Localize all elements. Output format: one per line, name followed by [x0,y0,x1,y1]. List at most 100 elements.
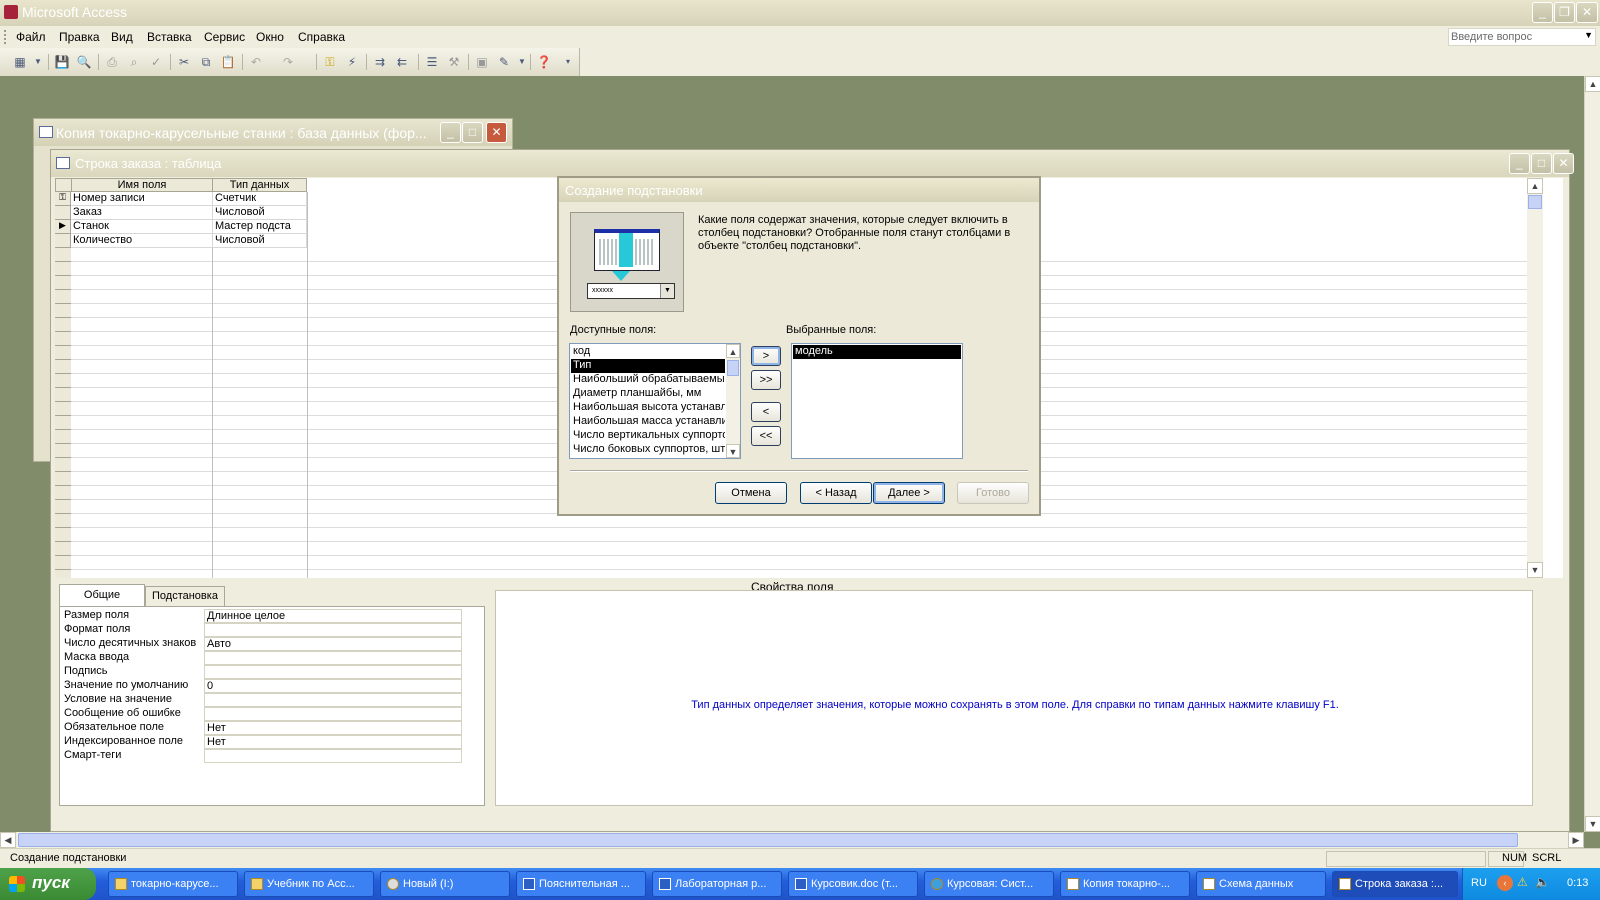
chevron-down-icon[interactable]: ▼ [30,54,46,70]
scroll-up-icon[interactable]: ▲ [1527,178,1543,194]
list-scrollbar[interactable]: ▲ ▼ [726,344,740,458]
finish-button[interactable]: Готово [957,482,1029,504]
list-item[interactable]: код [571,345,725,359]
add-field-button[interactable]: > [751,346,781,366]
field-name-cell[interactable]: Количество [71,234,213,248]
property-value[interactable]: Авто [204,637,462,651]
menubar-grip[interactable] [4,30,7,44]
field-name-cell[interactable]: Номер записи [71,192,213,206]
scroll-thumb[interactable] [727,360,739,376]
list-item-selected[interactable]: Тип [571,359,725,373]
property-value[interactable] [204,707,462,721]
close-button[interactable]: ✕ [1553,153,1574,174]
taskbar-item[interactable]: Пояснительная ... [516,871,646,897]
help-icon[interactable]: ❓ [536,54,552,70]
list-item[interactable]: Наибольшая масса устанавлие [571,415,725,429]
close-button[interactable]: ✕ [1576,2,1598,23]
scroll-down-icon[interactable]: ▼ [1527,562,1543,578]
taskbar-item[interactable]: Лабораторная р... [652,871,782,897]
scroll-left-icon[interactable]: ◀ [0,832,16,848]
remove-all-fields-button[interactable]: << [751,426,781,446]
menu-window[interactable]: Окно [256,30,284,44]
taskbar-item[interactable]: Курсовик.doc (т... [788,871,918,897]
property-value[interactable] [204,749,462,763]
menu-file[interactable]: Файл [16,30,46,44]
print-icon[interactable]: ⎙ [104,54,120,70]
property-value[interactable]: Нет [204,735,462,749]
taskbar-item[interactable]: Схема данных [1196,871,1326,897]
current-row-icon[interactable]: ▶ [55,220,71,234]
selected-fields-list[interactable]: модель [791,343,963,459]
back-button[interactable]: < Назад [800,482,872,504]
scroll-right-icon[interactable]: ▶ [1568,832,1584,848]
menu-view[interactable]: Вид [111,30,133,44]
table-window-titlebar[interactable]: Строка заказа : таблица _ □ ✕ [51,150,1574,177]
field-name-cell[interactable]: Станок [71,220,213,234]
cancel-button[interactable]: Отмена [715,482,787,504]
database-window-icon[interactable]: ▣ [474,54,490,70]
scroll-thumb[interactable] [1528,195,1542,209]
list-item[interactable]: Число боковых суппортов, шт [571,443,725,457]
property-value[interactable] [204,693,462,707]
scroll-up-icon[interactable]: ▲ [726,344,740,358]
add-all-fields-button[interactable]: >> [751,370,781,390]
dialog-titlebar[interactable]: Создание подстановки [559,178,1039,202]
menu-help[interactable]: Справка [298,30,345,44]
property-value[interactable] [204,651,462,665]
chevron-down-icon[interactable]: ▼ [514,54,530,70]
properties-icon[interactable]: ☰ [424,54,440,70]
close-button[interactable]: ✕ [486,122,507,143]
copy-icon[interactable]: ⧉ [198,54,214,70]
restore-button[interactable]: ❐ [1554,2,1575,23]
tab-lookup[interactable]: Подстановка [145,586,225,606]
property-value[interactable]: 0 [204,679,462,693]
maximize-button[interactable]: □ [462,122,483,143]
data-type-cell[interactable]: Мастер подста [213,220,307,234]
field-name-cell[interactable]: Заказ [71,206,213,220]
taskbar-item-active[interactable]: Строка заказа :... [1332,871,1458,897]
available-fields-list[interactable]: код Тип Наибольший обрабатываемый Диамет… [569,343,741,459]
scroll-thumb[interactable] [18,833,1518,847]
view-icon[interactable]: ▦ [12,54,28,70]
print-preview-icon[interactable]: ⌕ [126,54,142,70]
property-value[interactable]: Нет [204,721,462,735]
list-item-selected[interactable]: модель [793,345,961,359]
new-object-icon[interactable]: ✎ [496,54,512,70]
chevron-down-icon[interactable]: ▼ [1584,30,1593,40]
taskbar-item[interactable]: Копия токарно-... [1060,871,1190,897]
data-type-cell[interactable]: Числовой [213,206,307,220]
delete-rows-icon[interactable]: ⇇ [394,54,410,70]
save-icon[interactable]: 💾 [54,54,70,70]
minimize-button[interactable]: _ [1532,2,1553,23]
undo-icon[interactable]: ↶ [248,54,264,70]
tab-general[interactable]: Общие [59,584,145,606]
remove-field-button[interactable]: < [751,402,781,422]
ask-question-box[interactable]: Введите вопрос ▼ [1448,28,1596,46]
property-value[interactable]: Длинное целое [204,609,462,623]
language-indicator[interactable]: RU [1471,877,1487,889]
main-vertical-scrollbar[interactable]: ▲ ▼ [1584,76,1600,832]
list-item[interactable]: Наибольшая высота устанавл [571,401,725,415]
row-selector[interactable] [55,206,71,220]
next-button[interactable]: Далее > [873,482,945,504]
search-icon[interactable]: 🔍 [76,54,92,70]
grid-vertical-scrollbar[interactable]: ▲ ▼ [1527,178,1543,578]
menu-edit[interactable]: Правка [59,30,100,44]
volume-icon[interactable]: 🔈 [1535,875,1550,889]
maximize-button[interactable]: □ [1531,153,1552,174]
data-type-cell[interactable]: Числовой [213,234,307,248]
primary-key-icon[interactable]: ⚿ [322,54,338,70]
database-window-titlebar[interactable]: Копия токарно-карусельные станки : база … [34,119,512,146]
taskbar-item[interactable]: токарно-карусе... [108,871,238,897]
property-value[interactable] [204,623,462,637]
taskbar-item[interactable]: Учебник по Acc... [244,871,374,897]
taskbar-item[interactable]: Курсовая: Сист... [924,871,1054,897]
data-type-cell[interactable]: Счетчик [213,192,307,206]
spelling-icon[interactable]: ✓ [148,54,164,70]
minimize-button[interactable]: _ [440,122,461,143]
primary-key-icon[interactable]: ⚿ [55,192,71,206]
menu-tools[interactable]: Сервис [204,30,245,44]
list-item[interactable]: Диаметр планшайбы, мм [571,387,725,401]
main-horizontal-scrollbar[interactable]: ◀ ▶ [0,832,1584,848]
toolbar-options-icon[interactable]: ▾ [560,54,576,70]
